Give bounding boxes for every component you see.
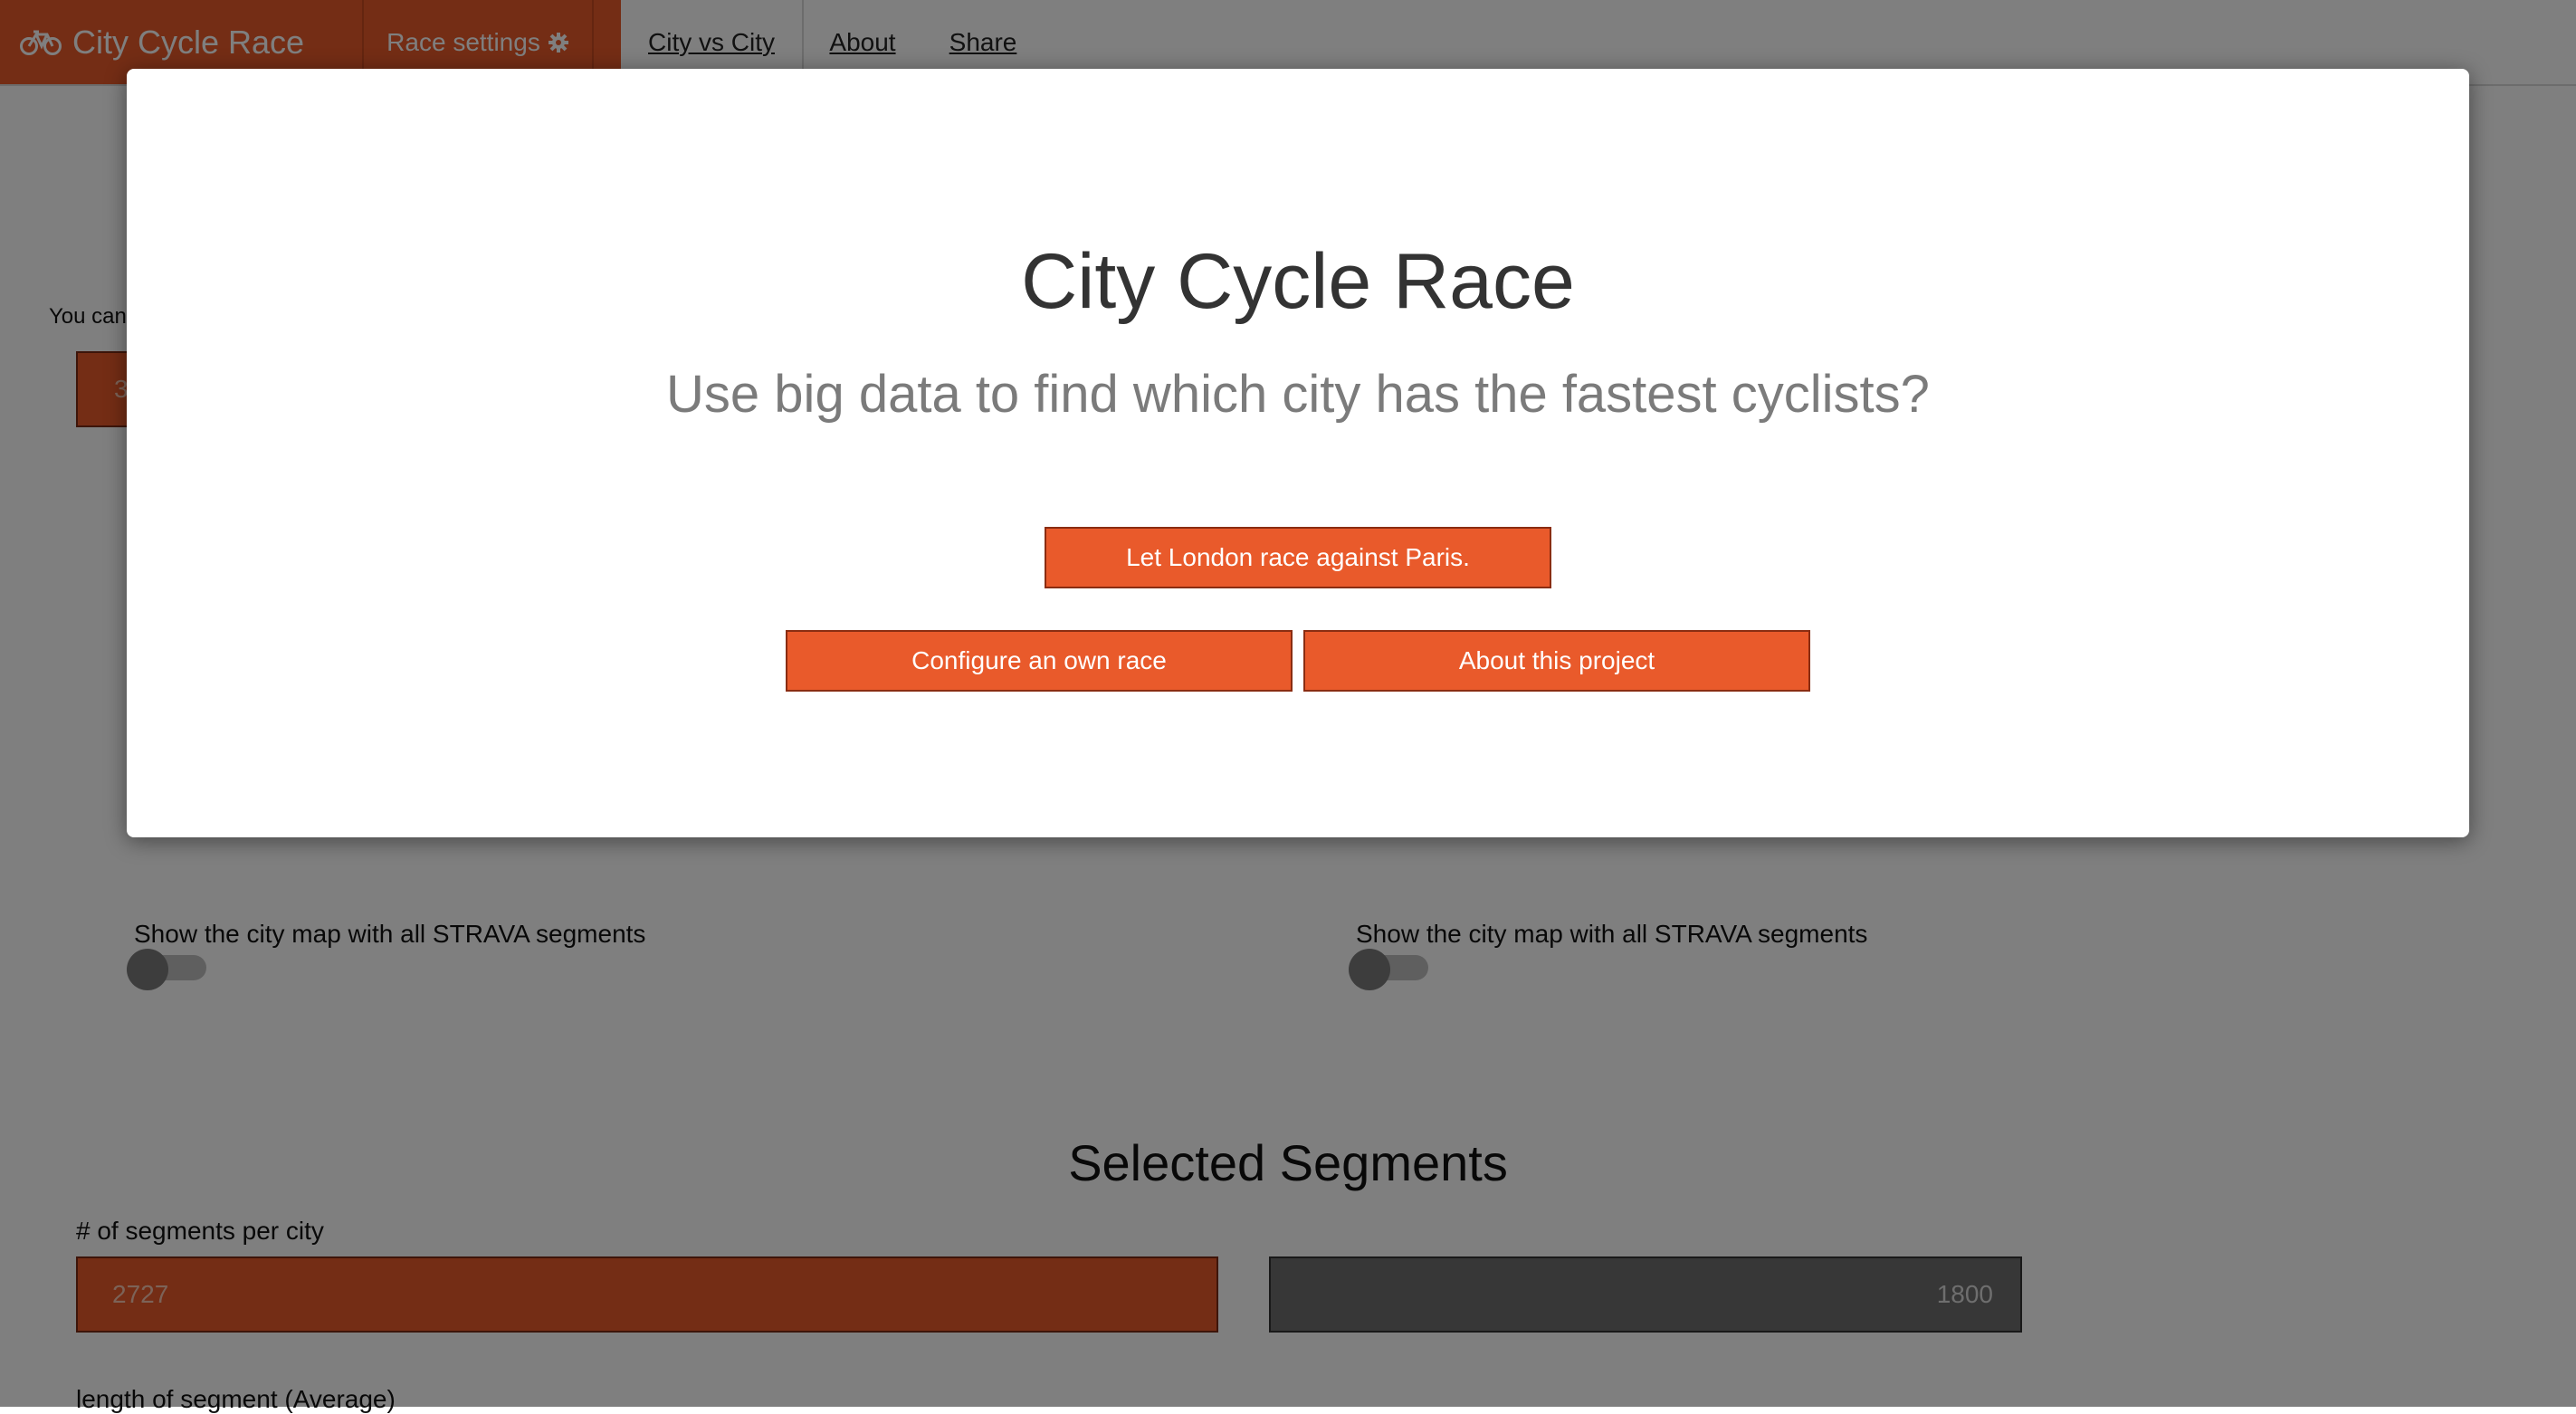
modal-title: City Cycle Race (1021, 238, 1575, 325)
about-project-button[interactable]: About this project (1303, 630, 1810, 692)
configure-race-button[interactable]: Configure an own race (786, 630, 1293, 692)
london-vs-paris-button[interactable]: Let London race against Paris. (1045, 527, 1551, 588)
welcome-modal: City Cycle Race Use big data to find whi… (127, 69, 2469, 837)
modal-subtitle: Use big data to find which city has the … (666, 365, 1930, 424)
